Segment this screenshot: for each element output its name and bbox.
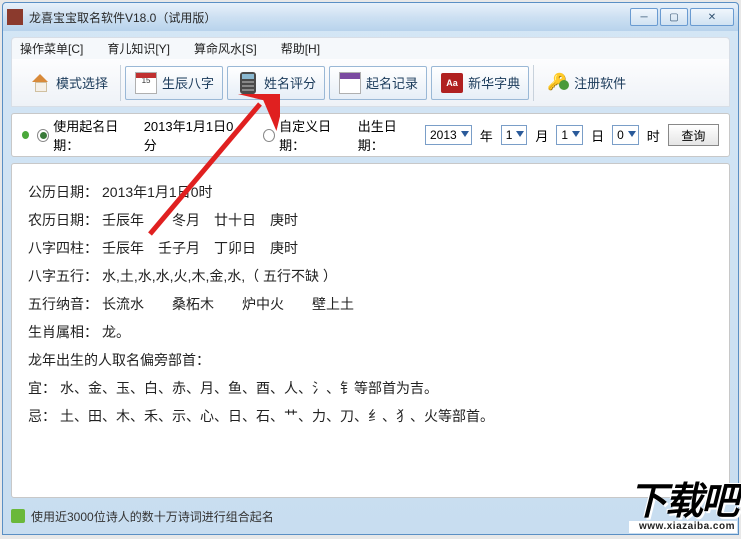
toolbar-separator <box>120 65 121 101</box>
year-select[interactable]: 2013 <box>425 125 472 145</box>
solar-date-value: 2013年1月1日0时 <box>102 178 213 206</box>
menu-fengshui[interactable]: 算命风水[S] <box>194 40 257 57</box>
hour-unit: 时 <box>647 126 660 145</box>
lunar-date-value: 壬辰年 冬月 廿十日 庚时 <box>102 206 298 234</box>
result-panel: 公历日期： 2013年1月1日0时 农历日期： 壬辰年 冬月 廿十日 庚时 八字… <box>11 163 730 498</box>
good-radicals-value: 水、金、玉、白、赤、月、鱼、酉、人、氵、钅等部首为吉。 <box>60 374 438 402</box>
use-date-value: 2013年1月1日0分 <box>144 116 238 154</box>
bad-radicals-label: 忌： <box>28 402 56 430</box>
day-select[interactable]: 1 <box>556 125 583 145</box>
date-options-bar: 使用起名日期： 2013年1月1日0分 自定义日期： 出生日期： 2013 年 … <box>11 113 730 157</box>
register-label: 注册软件 <box>574 73 626 92</box>
maximize-button[interactable]: ▢ <box>660 8 688 26</box>
radio-checked-icon <box>37 129 49 142</box>
dictionary-button[interactable]: Aa 新华字典 <box>431 66 529 100</box>
use-date-label: 使用起名日期： <box>53 116 135 154</box>
home-icon <box>28 71 52 95</box>
custom-date-label: 自定义日期： <box>279 116 350 154</box>
dictionary-label: 新华字典 <box>468 73 520 92</box>
register-button[interactable]: 注册软件 <box>538 67 634 99</box>
menu-operations[interactable]: 操作菜单[C] <box>20 40 83 57</box>
query-button[interactable]: 查询 <box>668 124 719 146</box>
calculator-icon <box>236 71 260 95</box>
name-record-label: 起名记录 <box>366 73 418 92</box>
bazi-value: 壬辰年 壬子月 丁卯日 庚时 <box>102 234 298 262</box>
mode-select-button[interactable]: 模式选择 <box>20 67 116 99</box>
hour-select[interactable]: 0 <box>612 125 639 145</box>
day-unit: 日 <box>591 126 604 145</box>
mode-select-label: 模式选择 <box>56 73 108 92</box>
status-dot-icon <box>22 131 29 139</box>
custom-date-radio[interactable]: 自定义日期： <box>263 116 350 154</box>
zodiac-label: 生肖属相： <box>28 318 98 346</box>
radio-unchecked-icon <box>263 129 275 142</box>
radical-header: 龙年出生的人取名偏旁部首： <box>28 346 210 374</box>
toolbar-separator <box>533 65 534 101</box>
toolbar: 模式选择 15 生辰八字 姓名评分 起名记录 Aa 新华字典 注册软件 <box>11 59 730 107</box>
bad-radicals-value: 土、田、木、禾、示、心、日、石、艹、力、刀、纟、犭、火等部首。 <box>60 402 494 430</box>
menu-help[interactable]: 帮助[H] <box>281 40 320 57</box>
nayin-label: 五行纳音： <box>28 290 98 318</box>
name-score-label: 姓名评分 <box>264 73 316 92</box>
solar-date-label: 公历日期： <box>28 178 98 206</box>
close-button[interactable]: ✕ <box>690 8 734 26</box>
menu-parenting[interactable]: 育儿知识[Y] <box>107 40 170 57</box>
register-icon <box>546 71 570 95</box>
window-title: 龙喜宝宝取名软件V18.0（试用版） <box>29 9 630 26</box>
name-score-button[interactable]: 姓名评分 <box>227 66 325 100</box>
nayin-value: 长流水 桑柘木 炉中火 壁上土 <box>102 290 354 318</box>
window-titlebar: 龙喜宝宝取名软件V18.0（试用版） ─ ▢ ✕ <box>3 3 738 31</box>
status-bar: 使用近3000位诗人的数十万诗词进行组合起名 <box>11 504 730 528</box>
wuxing-value: 水,土,水,水,火,木,金,水,（ 五行不缺 ） <box>102 262 337 290</box>
year-unit: 年 <box>480 126 493 145</box>
status-text: 使用近3000位诗人的数十万诗词进行组合起名 <box>31 508 274 525</box>
status-icon <box>11 509 25 523</box>
good-radicals-label: 宜： <box>28 374 56 402</box>
watermark-text: 下载吧 <box>629 483 737 521</box>
wuxing-label: 八字五行： <box>28 262 98 290</box>
lunar-date-label: 农历日期： <box>28 206 98 234</box>
calendar-icon: 15 <box>134 71 158 95</box>
watermark-url: www.xiazaiba.com <box>629 521 737 533</box>
bazi-label: 八字四柱： <box>28 234 98 262</box>
name-record-button[interactable]: 起名记录 <box>329 66 427 100</box>
dictionary-icon: Aa <box>440 71 464 95</box>
note-icon <box>338 71 362 95</box>
month-unit: 月 <box>535 126 548 145</box>
use-naming-date-radio[interactable]: 使用起名日期： <box>37 116 135 154</box>
zodiac-value: 龙。 <box>102 318 130 346</box>
birth-eight-button[interactable]: 15 生辰八字 <box>125 66 223 100</box>
watermark: 下载吧 www.xiazaiba.com <box>629 483 737 533</box>
menu-bar: 操作菜单[C] 育儿知识[Y] 算命风水[S] 帮助[H] <box>11 37 730 59</box>
month-select[interactable]: 1 <box>501 125 528 145</box>
minimize-button[interactable]: ─ <box>630 8 658 26</box>
birth-eight-label: 生辰八字 <box>162 73 214 92</box>
app-icon <box>7 9 23 25</box>
birth-date-label: 出生日期： <box>358 116 417 154</box>
